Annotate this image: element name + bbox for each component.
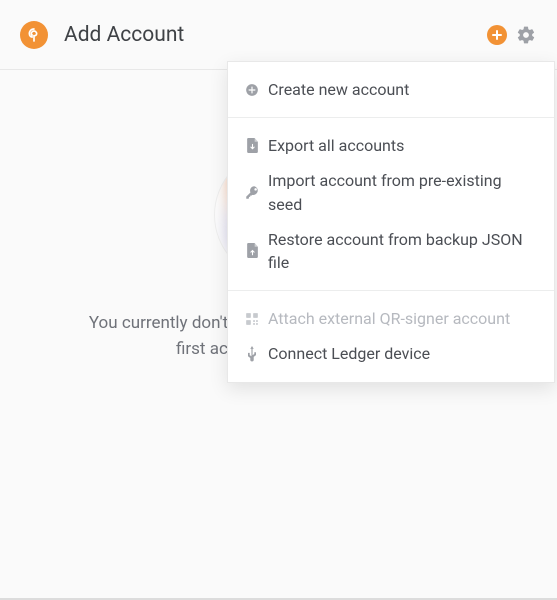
app-logo [20, 21, 48, 49]
header-actions [487, 24, 537, 46]
menu-item-label: Create new account [268, 78, 409, 101]
menu-section: Create new account [228, 62, 554, 118]
qr-code-icon [244, 311, 260, 327]
plus-circle-icon [244, 82, 260, 98]
menu-item-restore-json[interactable]: Restore account from backup JSON file [228, 222, 554, 280]
menu-item-label: Connect Ledger device [268, 342, 430, 365]
menu-item-label: Import account from pre-existing seed [268, 169, 538, 215]
menu-item-label: Attach external QR-signer account [268, 307, 510, 330]
menu-section: Attach external QR-signer account Connec… [228, 291, 554, 381]
add-account-menu: Create new account Export all accounts I… [227, 61, 555, 383]
settings-button[interactable] [515, 24, 537, 46]
key-icon [244, 185, 260, 201]
menu-item-qr-signer: Attach external QR-signer account [228, 301, 554, 336]
menu-section: Export all accounts Import account from … [228, 118, 554, 291]
menu-item-import-seed[interactable]: Import account from pre-existing seed [228, 163, 554, 221]
usb-icon [244, 346, 260, 362]
menu-item-create-account[interactable]: Create new account [228, 72, 554, 107]
menu-item-label: Export all accounts [268, 134, 404, 157]
file-export-icon [244, 138, 260, 154]
header: Add Account [0, 0, 557, 70]
menu-item-label: Restore account from backup JSON file [268, 228, 538, 274]
add-account-button[interactable] [487, 25, 507, 45]
menu-item-connect-ledger[interactable]: Connect Ledger device [228, 336, 554, 371]
menu-item-export-all[interactable]: Export all accounts [228, 128, 554, 163]
page-title: Add Account [64, 23, 487, 47]
file-upload-icon [244, 243, 260, 259]
